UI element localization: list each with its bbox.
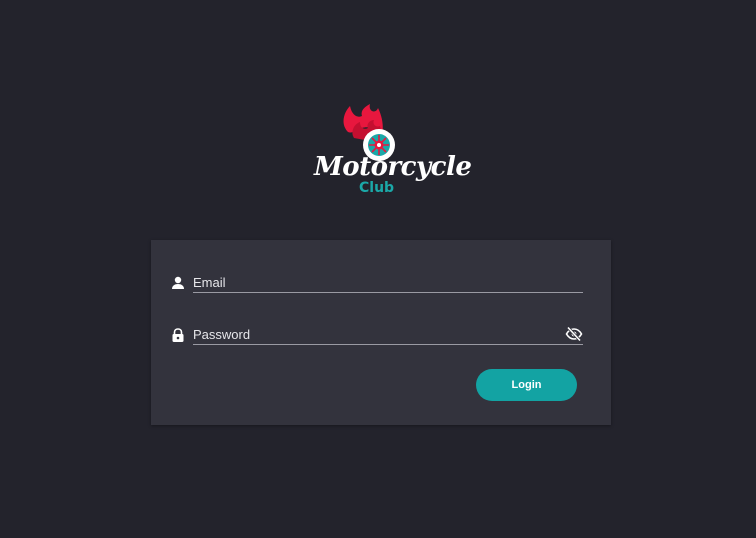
logo-subtitle: Club	[359, 180, 395, 196]
lock-icon	[172, 328, 184, 342]
person-icon	[172, 276, 184, 289]
email-field	[171, 272, 583, 294]
login-button[interactable]: Login	[476, 369, 577, 401]
password-input[interactable]	[193, 324, 583, 345]
password-field	[171, 324, 583, 346]
logo-title: Motorcycle	[314, 152, 472, 182]
login-card: Login	[151, 240, 611, 425]
eye-off-icon[interactable]	[565, 326, 583, 342]
email-input[interactable]	[193, 272, 583, 293]
club-logo: Motorcycle Club	[310, 102, 472, 202]
login-page: Motorcycle Club Login	[0, 0, 756, 538]
